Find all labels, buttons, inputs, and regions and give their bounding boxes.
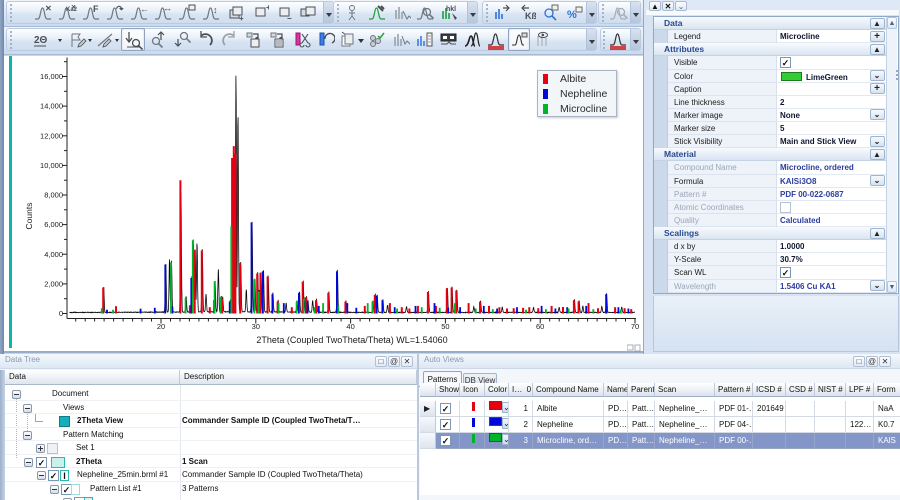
svg-text:hkl: hkl bbox=[446, 6, 456, 13]
svg-text:50: 50 bbox=[441, 322, 449, 331]
svg-text:12,000: 12,000 bbox=[40, 131, 63, 140]
svg-text:✕: ✕ bbox=[45, 4, 52, 13]
svg-text:8,000: 8,000 bbox=[44, 191, 63, 200]
svg-text:2Θ: 2Θ bbox=[34, 35, 48, 46]
svg-text:+: + bbox=[266, 3, 269, 12]
svg-text:↔: ↔ bbox=[163, 3, 172, 13]
svg-text:0: 0 bbox=[59, 309, 63, 318]
svg-text:4,000: 4,000 bbox=[44, 250, 63, 259]
svg-text:16,000: 16,000 bbox=[40, 72, 63, 81]
svg-text:2Theta (Coupled TwoTheta/Theta: 2Theta (Coupled TwoTheta/Theta) WL=1.540… bbox=[256, 335, 447, 345]
svg-text:30: 30 bbox=[252, 322, 260, 331]
svg-text:20: 20 bbox=[157, 322, 165, 331]
svg-text:6,000: 6,000 bbox=[44, 220, 63, 229]
svg-text:10,000: 10,000 bbox=[40, 161, 63, 170]
svg-text:↷: ↷ bbox=[116, 4, 124, 14]
svg-text:−: − bbox=[287, 14, 292, 23]
svg-text:Kß: Kß bbox=[525, 11, 536, 21]
svg-text:Counts: Counts bbox=[24, 203, 34, 230]
svg-text:14,000: 14,000 bbox=[40, 102, 63, 111]
svg-text:70: 70 bbox=[631, 322, 639, 331]
svg-text:2,000: 2,000 bbox=[44, 280, 63, 289]
svg-text:←: ← bbox=[140, 4, 149, 14]
svg-text:40: 40 bbox=[346, 322, 354, 331]
svg-text:+: + bbox=[239, 14, 244, 23]
svg-text:F: F bbox=[93, 4, 99, 14]
svg-text:✕: ✕ bbox=[71, 4, 76, 11]
svg-text:↕: ↕ bbox=[213, 5, 218, 15]
svg-text:60: 60 bbox=[536, 322, 544, 331]
